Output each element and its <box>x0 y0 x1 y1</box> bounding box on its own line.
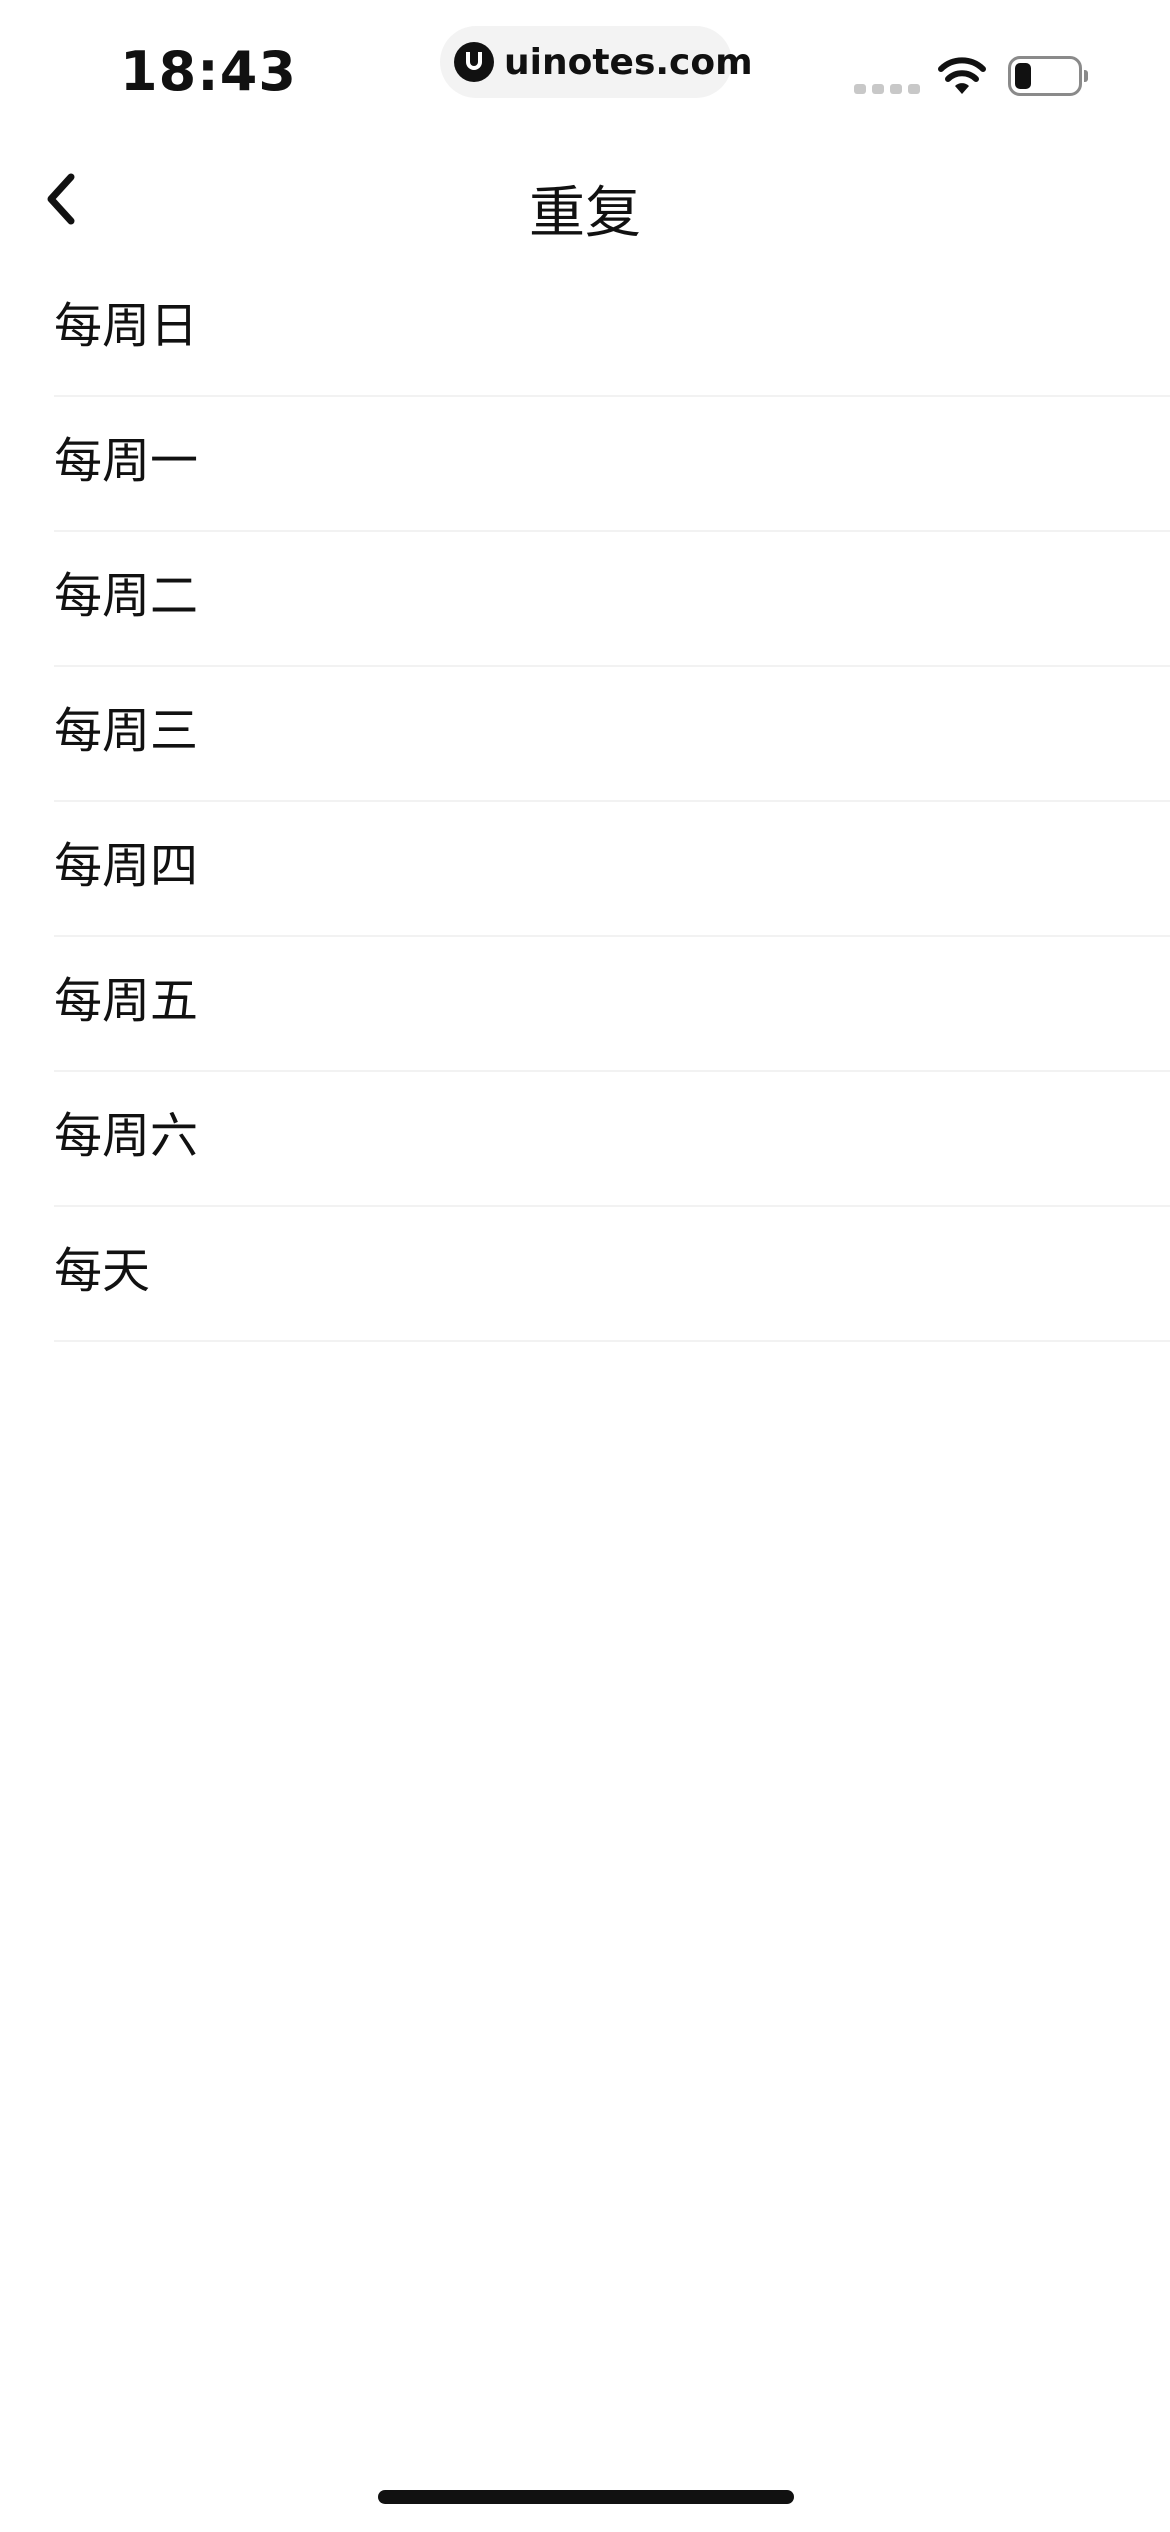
status-time: 18:43 <box>120 40 297 103</box>
uinotes-logo-icon <box>454 42 494 82</box>
nav-bar: 重复 <box>0 150 1170 250</box>
repeat-option-friday[interactable]: 每周五 <box>0 937 1170 1072</box>
repeat-option-label: 每周二 <box>54 568 199 624</box>
cellular-signal-icon <box>854 84 920 94</box>
repeat-option-label: 每天 <box>54 1243 151 1299</box>
repeat-option-sunday[interactable]: 每周日 <box>0 262 1170 397</box>
home-indicator[interactable] <box>378 2490 794 2504</box>
status-bar: 18:43 uinotes.com <box>0 0 1170 150</box>
battery-level <box>1015 63 1031 89</box>
repeat-option-saturday[interactable]: 每周六 <box>0 1072 1170 1207</box>
wifi-icon <box>938 57 986 94</box>
repeat-option-label: 每周四 <box>54 838 199 894</box>
repeat-option-label: 每周日 <box>54 298 199 354</box>
repeat-option-label: 每周五 <box>54 973 199 1029</box>
repeat-option-label: 每周六 <box>54 1108 199 1164</box>
repeat-option-label: 每周一 <box>54 433 199 489</box>
repeat-option-label: 每周三 <box>54 703 199 759</box>
repeat-option-wednesday[interactable]: 每周三 <box>0 667 1170 802</box>
divider <box>54 1340 1170 1342</box>
repeat-options-list: 每周日 每周一 每周二 每周三 每周四 每周五 每周六 每天 <box>0 262 1170 1342</box>
repeat-option-everyday[interactable]: 每天 <box>0 1207 1170 1342</box>
battery-icon <box>1008 56 1088 96</box>
repeat-option-monday[interactable]: 每周一 <box>0 397 1170 532</box>
page-title: 重复 <box>529 181 641 246</box>
url-pill[interactable]: uinotes.com <box>440 26 753 98</box>
repeat-option-thursday[interactable]: 每周四 <box>0 802 1170 937</box>
url-text: uinotes.com <box>504 41 753 83</box>
repeat-option-tuesday[interactable]: 每周二 <box>0 532 1170 667</box>
